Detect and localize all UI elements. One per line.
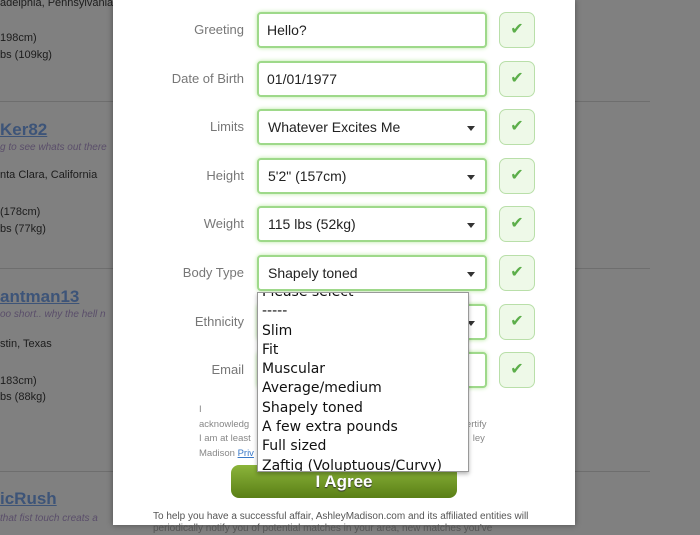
terms-line: Madison — [199, 447, 238, 459]
date-of-birth-label: Date of Birth — [171, 70, 244, 86]
dropdown-option[interactable]: ----- — [258, 302, 468, 321]
dropdown-caret-icon — [467, 223, 475, 229]
dropdown-caret-icon — [467, 126, 475, 132]
profile-tagline: that fist touch creats a — [0, 513, 98, 524]
ethnicity-label: Ethnicity — [194, 313, 244, 329]
dropdown-option[interactable]: Shapely toned — [258, 399, 468, 418]
checkmark-icon: ✔ — [499, 157, 535, 194]
greeting-value: Hello? — [267, 22, 307, 38]
dropdown-option[interactable]: Fit — [258, 341, 468, 360]
profile-name-link[interactable]: icRush — [0, 489, 57, 509]
date-of-birth-value: 01/01/1977 — [267, 70, 338, 87]
email-label: Email — [211, 362, 244, 378]
weight-label: Weight — [203, 216, 244, 232]
dropdown-option[interactable]: Muscular — [258, 360, 468, 379]
checkmark-icon: ✔ — [499, 303, 535, 340]
limits-select[interactable]: Whatever Excites Me — [257, 109, 487, 146]
form-row-body-type: Body Type Shapely toned ✔ — [113, 255, 575, 291]
body-type-value: Shapely toned — [268, 265, 358, 281]
body-type-select[interactable]: Shapely toned — [257, 255, 487, 291]
profile-detail: 198cm) — [0, 32, 37, 44]
checkmark-icon: ✔ — [499, 255, 535, 291]
profile-tagline: oo short.. why the hell n — [0, 309, 106, 320]
date-of-birth-input[interactable]: 01/01/1977 — [257, 60, 487, 97]
form-row-limits: Limits Whatever Excites Me ✔ — [113, 109, 575, 146]
dropdown-caret-icon — [467, 174, 475, 180]
dropdown-option[interactable]: Please select — [258, 293, 468, 302]
checkmark-icon: ✔ — [499, 352, 535, 389]
dropdown-caret-icon — [467, 272, 475, 277]
privacy-link[interactable]: Priv — [238, 448, 254, 459]
dropdown-option[interactable]: Full sized — [258, 437, 468, 456]
height-label: Height — [206, 167, 244, 183]
footer-text: To help you have a successful affair, As… — [153, 511, 529, 534]
form-row-weight: Weight 115 lbs (52kg) ✔ — [113, 206, 575, 243]
checkmark-icon: ✔ — [499, 12, 535, 48]
form-row-height: Height 5'2" (157cm) ✔ — [113, 157, 575, 194]
profile-detail: bs (109kg) — [0, 49, 52, 61]
form-row-greeting: Greeting Hello? ✔ — [113, 12, 575, 48]
height-select[interactable]: 5'2" (157cm) — [257, 157, 487, 194]
checkmark-icon: ✔ — [499, 206, 535, 243]
form-row-date-of-birth: Date of Birth 01/01/1977 ✔ — [113, 60, 575, 97]
checkmark-icon: ✔ — [499, 109, 535, 146]
dropdown-option[interactable]: Zaftig (Voluptuous/Curvy) — [258, 457, 468, 471]
limits-label: Limits — [210, 119, 244, 135]
body-type-dropdown-list[interactable]: Please select ----- Slim Fit Muscular Average… — [257, 292, 469, 472]
terms-line: ley — [472, 433, 485, 444]
checkmark-icon: ✔ — [499, 60, 535, 97]
height-value: 5'2" (157cm) — [268, 167, 347, 184]
weight-value: 115 lbs (52kg) — [268, 216, 356, 233]
dropdown-option[interactable]: Slim — [258, 322, 468, 341]
body-type-label: Body Type — [182, 265, 244, 280]
profile-detail: stin, Texas — [0, 338, 52, 350]
greeting-input[interactable]: Hello? — [257, 12, 487, 48]
profile-name-link[interactable]: antman13 — [0, 287, 79, 307]
greeting-label: Greeting — [194, 22, 244, 37]
profile-detail: adelphia, Pennsylvania — [0, 0, 114, 9]
terms-line: I am at least — [199, 433, 251, 444]
profile-detail: bs (77kg) — [0, 223, 46, 235]
profile-detail: 183cm) — [0, 375, 37, 387]
profile-detail: (178cm) — [0, 206, 41, 218]
profile-tagline: g to see whats out there — [0, 142, 107, 153]
terms-line: I acknowledg — [199, 404, 250, 430]
weight-select[interactable]: 115 lbs (52kg) — [257, 206, 487, 243]
dropdown-option[interactable]: A few extra pounds — [258, 418, 468, 437]
profile-detail: bs (88kg) — [0, 391, 46, 403]
profile-detail: nta Clara, California — [0, 169, 98, 181]
profile-name-link[interactable]: Ker82 — [0, 120, 47, 140]
dropdown-option[interactable]: Average/medium — [258, 379, 468, 398]
limits-value: Whatever Excites Me — [268, 119, 401, 136]
